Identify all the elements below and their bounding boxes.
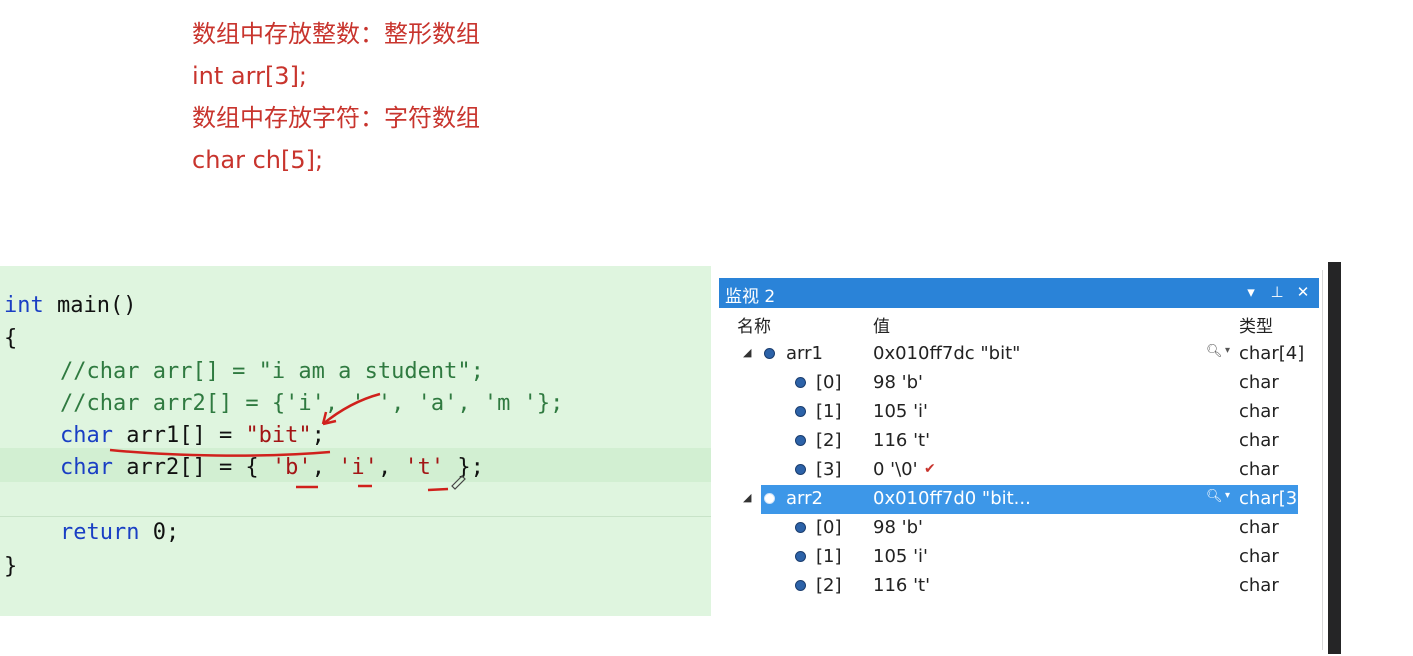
watch-row-selected[interactable]: ◢ arr2 0x010ff7d0 "bit... 🔍︎ ▾ char[3]	[719, 485, 1319, 514]
notes-block: 数组中存放整数：整形数组 int arr[3]; 数组中存放字符：字符数组 ch…	[192, 16, 480, 184]
code-text: arr2[] = {	[112, 455, 272, 480]
underline-annotation	[427, 487, 449, 492]
magnifier-icon[interactable]: 🔍︎	[1206, 489, 1223, 504]
variable-icon	[764, 493, 775, 504]
watch-type: char	[1239, 430, 1279, 451]
code-editor[interactable]: int main() { //char arr[] = "i am a stud…	[0, 266, 711, 616]
watch-name: [0]	[816, 517, 842, 538]
watch-type: char	[1239, 372, 1279, 393]
dark-side-strip	[1328, 262, 1341, 654]
note-line-4: char ch[5];	[192, 146, 324, 174]
field-icon	[795, 551, 806, 562]
watch-value: 0 '\0'	[873, 459, 918, 480]
pin-icon[interactable]: ⊥	[1267, 281, 1287, 303]
code-line-3[interactable]: //char arr[] = "i am a student";	[60, 356, 484, 388]
watch-type: char[3]	[1239, 488, 1305, 509]
code-line-8[interactable]: }	[4, 551, 17, 583]
visualizer-dropdown-icon[interactable]: ▾	[1225, 490, 1230, 501]
watch-row[interactable]: [3] 0 '\0' ✔︎ char	[719, 456, 1319, 485]
watch-name: [0]	[816, 372, 842, 393]
visualizer-dropdown-icon[interactable]: ▾	[1225, 345, 1230, 356]
keyword: int	[4, 293, 44, 318]
code-text: arr1[] =	[112, 423, 246, 448]
code-text: };	[444, 455, 484, 480]
watch-value: 116 't'	[873, 575, 931, 596]
code-line-1[interactable]: int main()	[4, 290, 136, 322]
field-icon	[795, 435, 806, 446]
code-line-7[interactable]: return 0;	[60, 517, 179, 549]
watch-value: 105 'i'	[873, 401, 928, 422]
watch-type: char	[1239, 546, 1279, 567]
watch-value: 98 'b'	[873, 372, 923, 393]
watch-titlebar[interactable]: 监视 2 ▾ ⊥ ✕	[719, 278, 1319, 308]
code-text: main()	[43, 293, 137, 318]
char-literal: 't'	[404, 455, 445, 480]
column-header-value[interactable]: 值	[873, 312, 890, 337]
panel-border	[1322, 270, 1323, 650]
field-icon	[795, 580, 806, 591]
watch-name: [1]	[816, 401, 842, 422]
field-icon	[795, 464, 806, 475]
char-literal: 'i'	[338, 455, 378, 480]
note-line-3: 数组中存放字符：字符数组	[192, 104, 480, 132]
watch-row[interactable]: [1] 105 'i' char	[719, 398, 1319, 427]
close-icon[interactable]: ✕	[1293, 281, 1313, 303]
code-text: ,	[377, 455, 405, 480]
watch-type: char	[1239, 459, 1279, 480]
code-line-4[interactable]: //char arr2[] = {'i', ' ', 'a', 'm '};	[60, 388, 563, 420]
watch-row[interactable]: [0] 98 'b' char	[719, 369, 1319, 398]
code-line-2[interactable]: {	[4, 323, 17, 355]
magnifier-icon[interactable]: 🔍︎	[1206, 344, 1223, 359]
check-mark-annotation: ✔︎	[924, 461, 936, 477]
code-text: ;	[311, 423, 325, 448]
watch-value: 105 'i'	[873, 546, 928, 567]
watch-name: arr1	[786, 343, 823, 364]
watch-window[interactable]: 监视 2 ▾ ⊥ ✕ 名称 值 类型 ◢ arr1 0x010ff7dc "bi…	[719, 278, 1319, 650]
field-icon	[795, 522, 806, 533]
watch-type: char	[1239, 575, 1279, 596]
watch-value: 0x010ff7dc "bit"	[873, 343, 1021, 364]
watch-value: 98 'b'	[873, 517, 923, 538]
watch-value: 0x010ff7d0 "bit...	[873, 488, 1031, 509]
collapse-triangle-icon[interactable]: ◢	[743, 491, 757, 505]
code-text: ,	[311, 455, 339, 480]
string-literal: "bit"	[245, 423, 312, 448]
watch-value: 116 't'	[873, 430, 931, 451]
watch-name: arr2	[786, 488, 823, 509]
variable-icon	[764, 348, 775, 359]
field-icon	[795, 406, 806, 417]
watch-row[interactable]: ◢ arr1 0x010ff7dc "bit" 🔍︎ ▾ char[4]	[719, 340, 1319, 369]
watch-type: char	[1239, 517, 1279, 538]
watch-type: char[4]	[1239, 343, 1305, 364]
dropdown-icon[interactable]: ▾	[1241, 281, 1261, 303]
keyword: return	[60, 520, 140, 545]
watch-type: char	[1239, 401, 1279, 422]
watch-row[interactable]: [2] 116 't' char	[719, 572, 1319, 601]
watch-row[interactable]: [1] 105 'i' char	[719, 543, 1319, 572]
column-header-type[interactable]: 类型	[1239, 312, 1273, 337]
watch-row[interactable]: [0] 98 'b' char	[719, 514, 1319, 543]
watch-name: [2]	[816, 575, 842, 596]
watch-row[interactable]: [2] 116 't' char	[719, 427, 1319, 456]
note-line-1: 数组中存放整数：整形数组	[192, 20, 480, 48]
char-literal: 'b'	[271, 455, 312, 480]
keyword: char	[60, 423, 113, 448]
watch-name: [1]	[816, 546, 842, 567]
code-line-6[interactable]: char arr2[] = { 'b', 'i', 't' };	[60, 452, 484, 484]
note-line-2: int arr[3];	[192, 62, 308, 90]
code-line-5[interactable]: char arr1[] = "bit";	[60, 420, 325, 452]
field-icon	[795, 377, 806, 388]
collapse-triangle-icon[interactable]: ◢	[743, 346, 757, 360]
keyword: char	[60, 455, 113, 480]
code-text: 0;	[139, 520, 180, 545]
watch-title: 监视 2	[725, 287, 776, 307]
watch-name: [3]	[816, 459, 842, 480]
column-header-name[interactable]: 名称	[737, 312, 771, 337]
watch-name: [2]	[816, 430, 842, 451]
